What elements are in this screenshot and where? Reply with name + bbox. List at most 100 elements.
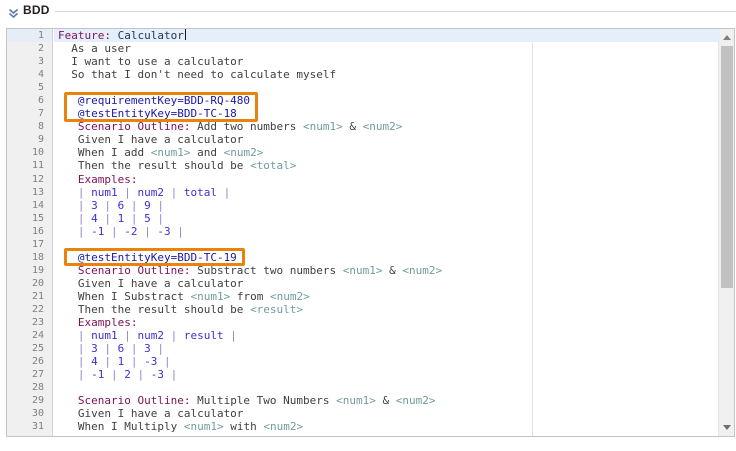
- code-segment-pipe: |: [58, 355, 91, 368]
- scroll-up-button[interactable]: [719, 29, 735, 46]
- code-segment-param: <total>: [250, 159, 296, 172]
- code-segment-pipe: |: [58, 199, 91, 212]
- code-line: [54, 238, 720, 251]
- code-line: Then the result should be <result>: [54, 303, 720, 316]
- code-line: Scenario Outline: Multiple Two Numbers <…: [54, 394, 720, 407]
- code-segment-pipe: |: [131, 368, 151, 381]
- code-line: | 4 | 1 | -3 |: [54, 355, 720, 368]
- code-line: When I Multiply <num1> with <num2>: [54, 420, 720, 433]
- code-segment-param: <num1>: [343, 264, 383, 277]
- code-segment-pipe: |: [98, 212, 118, 225]
- feature-file-editor[interactable]: 1234567891011121314151617181920212223242…: [6, 28, 735, 437]
- code-line: I want to use a calculator: [54, 55, 720, 68]
- code-segment-txt: When I Multiply: [58, 420, 184, 433]
- code-segment-txt: Add two numbers: [190, 120, 303, 133]
- code-segment-param: <num1>: [303, 120, 343, 133]
- code-segment-cell: 3: [91, 342, 98, 355]
- line-number: 16: [7, 225, 52, 238]
- code-segment-kw: Scenario Outline:: [58, 120, 190, 133]
- code-line: | num1 | num2 | result |: [54, 329, 720, 342]
- code-segment-cell: 5: [144, 212, 151, 225]
- code-line: Examples:: [54, 316, 720, 329]
- code-segment-pipe: |: [124, 355, 144, 368]
- code-line: Given I have a calculator: [54, 277, 720, 290]
- line-number: 21: [7, 290, 52, 303]
- line-number: 26: [7, 355, 52, 368]
- line-number: 17: [7, 238, 52, 251]
- line-number: 1: [7, 29, 52, 42]
- code-segment-txt: Given I have a calculator: [58, 407, 243, 420]
- code-segment-param: <num2>: [396, 394, 436, 407]
- line-number: 15: [7, 212, 52, 225]
- code-line: | -1 | 2 | -3 |: [54, 368, 720, 381]
- triangle-down-icon: [723, 425, 731, 430]
- line-number: 24: [7, 329, 52, 342]
- scroll-down-button[interactable]: [719, 419, 735, 436]
- line-number: 23: [7, 316, 52, 329]
- line-number: 12: [7, 173, 52, 186]
- code-segment-txt: When I add: [58, 146, 151, 159]
- code-segment-cell: 3: [144, 342, 151, 355]
- scrollbar-thumb[interactable]: [721, 46, 733, 288]
- code-segment-pipe: |: [224, 329, 237, 342]
- code-segment-cell: num1: [91, 186, 118, 199]
- code-segment-pipe: |: [98, 342, 118, 355]
- code-segment-txt: from: [230, 290, 270, 303]
- code-segment-cell: 2: [124, 368, 131, 381]
- line-number: 31: [7, 420, 52, 433]
- code-line: | 4 | 1 | 5 |: [54, 212, 720, 225]
- code-segment-txt: Then the result should be: [58, 303, 250, 316]
- line-number: 11: [7, 159, 52, 172]
- code-text-area[interactable]: Feature: Calculator As a user I want to …: [54, 29, 720, 436]
- code-segment-cell: -1: [91, 368, 104, 381]
- line-number: 9: [7, 133, 52, 146]
- code-segment-cell: 4: [91, 212, 98, 225]
- line-number: 5: [7, 81, 52, 94]
- code-line: [54, 81, 720, 94]
- code-segment-pipe: |: [58, 186, 91, 199]
- code-segment-txt: Multiple Two Numbers: [190, 394, 336, 407]
- code-segment-pipe: |: [217, 186, 230, 199]
- line-number: 14: [7, 199, 52, 212]
- code-segment-pipe: |: [164, 368, 177, 381]
- code-segment-pipe: |: [151, 342, 164, 355]
- code-segment-txt: When I Substract: [58, 290, 190, 303]
- code-line: Scenario Outline: Substract two numbers …: [54, 264, 720, 277]
- code-segment-pipe: |: [164, 329, 184, 342]
- line-number: 13: [7, 186, 52, 199]
- code-segment-cell: num1: [91, 329, 118, 342]
- line-number: 10: [7, 146, 52, 159]
- code-line: Given I have a calculator: [54, 407, 720, 420]
- code-segment-pipe: |: [124, 212, 144, 225]
- code-segment-pipe: |: [171, 225, 184, 238]
- code-line: @testEntityKey=BDD-TC-18: [54, 107, 720, 120]
- code-segment-tag: @testEntityKey=BDD-TC-19: [58, 251, 237, 264]
- code-segment-txt: &: [343, 120, 363, 133]
- code-line: | 3 | 6 | 3 |: [54, 342, 720, 355]
- code-segment-cell: -3: [144, 355, 157, 368]
- code-segment-pipe: |: [151, 212, 164, 225]
- code-segment-txt: and: [190, 146, 223, 159]
- line-number: 29: [7, 394, 52, 407]
- code-line: @requirementKey=BDD-RQ-480: [54, 94, 720, 107]
- section-collapse-chevron-icon[interactable]: [8, 6, 19, 17]
- code-segment-txt: So that I don't need to calculate myself: [58, 68, 336, 81]
- line-number: 20: [7, 277, 52, 290]
- code-segment-tag: @testEntityKey=BDD-TC-18: [58, 107, 237, 120]
- code-line: Examples:: [54, 173, 720, 186]
- code-segment-pipe: |: [164, 186, 184, 199]
- line-number-gutter: 1234567891011121314151617181920212223242…: [7, 29, 53, 436]
- code-segment-kw: Scenario Outline:: [58, 394, 190, 407]
- line-number: 7: [7, 107, 52, 120]
- code-segment-tag: @requirementKey=BDD-RQ-480: [58, 94, 250, 107]
- code-segment-param: <num2>: [263, 420, 303, 433]
- code-segment-txt: As a user: [58, 42, 131, 55]
- code-segment-param: <result>: [250, 303, 303, 316]
- code-segment-param: <num1>: [184, 420, 224, 433]
- code-line: Scenario Outline: Add two numbers <num1>…: [54, 120, 720, 133]
- code-segment-txt: Then the result should be: [58, 159, 250, 172]
- code-segment-cell: result: [184, 329, 224, 342]
- code-segment-cell: -1: [91, 225, 104, 238]
- vertical-scrollbar[interactable]: [718, 29, 734, 436]
- code-segment-pipe: |: [138, 225, 158, 238]
